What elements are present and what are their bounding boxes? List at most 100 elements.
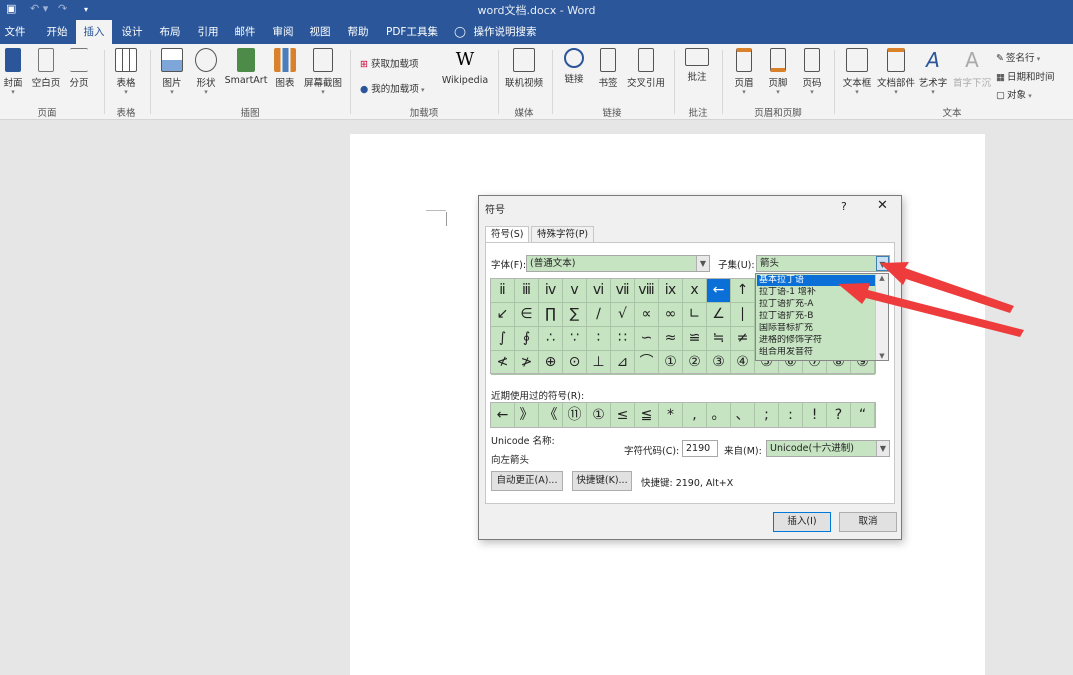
symbol-cell[interactable]: ⅱ [491, 279, 515, 303]
help-icon[interactable]: ? [841, 200, 847, 213]
symbol-cell[interactable]: ↙ [491, 303, 515, 327]
cancel-button[interactable]: 取消 [839, 512, 897, 532]
symbol-cell[interactable]: ③ [707, 351, 731, 375]
symbol-cell[interactable]: ① [659, 351, 683, 375]
recent-symbol-cell[interactable]: ; [755, 403, 779, 427]
chevron-down-icon[interactable]: ▼ [696, 256, 709, 271]
autocorrect-button[interactable]: 自动更正(A)... [491, 471, 563, 491]
symbol-cell[interactable]: ② [683, 351, 707, 375]
blank-page-button[interactable]: 空白页 [30, 48, 62, 89]
symbol-cell[interactable]: ⊿ [611, 351, 635, 375]
symbol-cell[interactable]: ∽ [635, 327, 659, 351]
symbol-cell[interactable]: ∑ [563, 303, 587, 327]
symbol-cell[interactable]: ⅷ [635, 279, 659, 303]
recent-symbol-cell[interactable]: * [659, 403, 683, 427]
page-break-button[interactable]: 分页 [66, 48, 92, 89]
recent-symbol-cell[interactable]: ≤ [611, 403, 635, 427]
wordart-button[interactable]: A 艺术字 ▾ [918, 48, 948, 96]
symbol-cell[interactable]: ⅲ [515, 279, 539, 303]
tab-insert[interactable]: 插入 [76, 20, 112, 44]
recent-symbol-cell[interactable]: ≦ [635, 403, 659, 427]
font-select[interactable]: (普通文本) ▼ [526, 255, 710, 272]
symbol-cell[interactable]: ∶ [587, 327, 611, 351]
from-select[interactable]: Unicode(十六进制) ▼ [766, 440, 890, 457]
list-item[interactable]: 拉丁语扩充-B [757, 311, 875, 322]
subset-select[interactable]: 箭头 ▼ [756, 255, 890, 272]
symbol-cell[interactable]: ← [707, 279, 731, 303]
symbol-cell[interactable]: ≠ [731, 327, 755, 351]
tab-pdf-tools[interactable]: PDF工具集 [382, 20, 442, 44]
insert-button[interactable]: 插入(I) [773, 512, 831, 532]
signature-line-button[interactable]: ✎ 签名行 ▾ [996, 50, 1040, 64]
tab-help[interactable]: 帮助 [342, 20, 374, 44]
header-button[interactable]: 页眉 ▾ [730, 48, 758, 96]
my-addins-button[interactable]: ● 我的加载项 ▾ [360, 81, 425, 95]
symbol-cell[interactable]: ≈ [659, 327, 683, 351]
symbol-cell[interactable]: ⌒ [635, 351, 659, 375]
symbol-cell[interactable]: ∷ [611, 327, 635, 351]
list-item[interactable]: 拉丁语扩充-A [757, 299, 875, 310]
subset-dropdown-list[interactable]: 基本拉丁语 拉丁语-1 增补 拉丁语扩充-A 拉丁语扩充-B 国际音标扩充 进格… [755, 273, 889, 361]
list-item[interactable]: 国际音标扩充 [757, 323, 875, 334]
scrollbar[interactable]: ▲ ▼ [875, 274, 888, 360]
symbol-cell[interactable]: ⊙ [563, 351, 587, 375]
tab-file[interactable]: 文件 [0, 20, 30, 44]
symbol-cell[interactable]: ⅴ [563, 279, 587, 303]
recent-symbol-cell[interactable]: 、 [731, 403, 755, 427]
recent-symbol-cell[interactable]: ⑪ [563, 403, 587, 427]
symbol-cell[interactable]: ⅸ [659, 279, 683, 303]
bookmark-button[interactable]: 书签 [595, 48, 621, 89]
symbol-cell[interactable]: ∮ [515, 327, 539, 351]
text-box-button[interactable]: 文本框 ▾ [840, 48, 874, 96]
symbol-cell[interactable]: ⅹ [683, 279, 707, 303]
close-icon[interactable]: ✕ [877, 198, 888, 213]
symbol-cell[interactable]: ④ [731, 351, 755, 375]
page-number-button[interactable]: 页码 ▾ [798, 48, 826, 96]
chart-button[interactable]: 图表 [272, 48, 298, 89]
tab-special-characters[interactable]: 特殊字符(P) [531, 226, 595, 243]
symbol-cell[interactable]: ∠ [707, 303, 731, 327]
footer-button[interactable]: 页脚 ▾ [764, 48, 792, 96]
tab-review[interactable]: 审阅 [267, 20, 299, 44]
tab-mailings[interactable]: 邮件 [229, 20, 261, 44]
symbol-cell[interactable]: ≒ [707, 327, 731, 351]
chevron-down-icon[interactable]: ▼ [876, 441, 889, 456]
recent-symbol-cell[interactable]: 》 [515, 403, 539, 427]
recent-symbol-cell[interactable]: “ [851, 403, 875, 427]
symbol-cell[interactable]: ∞ [659, 303, 683, 327]
recent-symbols[interactable]: ← 》《 ⑪ ① ≤ ≦ *,。、;:!? “ [490, 402, 876, 428]
online-video-button[interactable]: 联机视频 [502, 48, 546, 89]
shortcut-key-button[interactable]: 快捷键(K)... [572, 471, 632, 491]
cover-page-button[interactable]: 封面 ▾ [2, 48, 24, 96]
symbol-cell[interactable]: ⅶ [611, 279, 635, 303]
tab-symbols[interactable]: 符号(S) [485, 226, 530, 243]
tell-me-search[interactable]: 操作说明搜索 [470, 20, 540, 44]
recent-symbol-cell[interactable]: ? [827, 403, 851, 427]
symbol-cell[interactable]: ⊕ [539, 351, 563, 375]
recent-symbol-cell[interactable]: 《 [539, 403, 563, 427]
pictures-button[interactable]: 图片 ▾ [158, 48, 186, 96]
symbol-cell[interactable]: ≌ [683, 327, 707, 351]
comment-button[interactable]: 批注 [682, 48, 712, 83]
recent-symbol-cell[interactable]: 。 [707, 403, 731, 427]
wikipedia-button[interactable]: W Wikipedia [440, 48, 490, 86]
screenshot-button[interactable]: 屏幕截图 ▾ [302, 48, 344, 96]
quick-parts-button[interactable]: 文档部件 ▾ [876, 48, 916, 96]
symbol-cell[interactable]: ∕ [587, 303, 611, 327]
symbol-cell[interactable]: ≯ [515, 351, 539, 375]
date-time-button[interactable]: ▦ 日期和时间 [996, 69, 1055, 83]
shapes-button[interactable]: 形状 ▾ [192, 48, 220, 96]
char-code-field[interactable]: 2190 [682, 440, 718, 457]
chevron-down-icon[interactable]: ▼ [876, 256, 889, 271]
tab-layout[interactable]: 布局 [154, 20, 186, 44]
symbol-cell[interactable]: ↑ [731, 279, 755, 303]
tab-view[interactable]: 视图 [304, 20, 336, 44]
recent-symbol-cell[interactable]: ① [587, 403, 611, 427]
tab-references[interactable]: 引用 [192, 20, 224, 44]
symbol-cell[interactable]: ⅳ [539, 279, 563, 303]
cross-reference-button[interactable]: 交叉引用 [625, 48, 667, 89]
list-item[interactable]: 进格的修饰字符 [757, 335, 875, 346]
smartart-button[interactable]: SmartArt [224, 48, 268, 86]
symbol-cell[interactable]: √ [611, 303, 635, 327]
drop-cap-button[interactable]: A 首字下沉 [950, 48, 994, 89]
